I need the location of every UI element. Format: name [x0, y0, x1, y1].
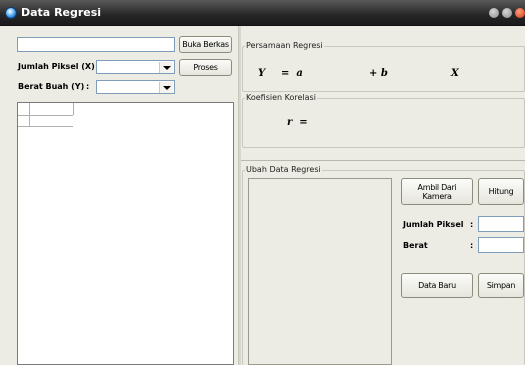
minimize-icon[interactable] — [489, 8, 499, 18]
table-column-line — [29, 103, 30, 127]
equation-a-term: = a — [281, 68, 303, 79]
pixel-count-select[interactable] — [96, 60, 175, 74]
correlation-group-title: Koefisien Korelasi — [245, 93, 317, 102]
regression-group-title: Persamaan Regresi — [245, 41, 324, 50]
image-preview — [248, 178, 392, 365]
save-button[interactable]: Simpan — [478, 273, 524, 298]
file-path-input[interactable] — [17, 37, 175, 52]
maximize-icon[interactable] — [502, 8, 512, 18]
app-icon — [5, 7, 17, 19]
fruit-weight-select[interactable] — [96, 80, 175, 94]
table-column-line — [73, 103, 74, 115]
equation-b-term: + b — [369, 68, 388, 79]
table-header-row — [18, 115, 73, 116]
chevron-down-icon[interactable] — [159, 62, 173, 73]
process-button[interactable]: Proses — [179, 59, 232, 76]
edit-group-title: Ubah Data Regresi — [245, 165, 322, 174]
edit-pixel-count-label: Jumlah Piksel — [403, 220, 464, 229]
data-table[interactable] — [17, 102, 234, 365]
equation-y-symbol: Y — [258, 68, 266, 79]
table-row-line — [18, 126, 73, 127]
panel-divider[interactable] — [238, 26, 241, 365]
edit-weight-label: Berat — [403, 241, 428, 250]
close-icon[interactable] — [515, 8, 525, 18]
open-file-button[interactable]: Buka Berkas — [179, 36, 232, 53]
fruit-weight-label: Berat Buah (Y) — [18, 82, 85, 91]
fruit-weight-separator: : — [86, 82, 90, 91]
equation-x-symbol: X — [451, 68, 459, 79]
take-from-camera-button[interactable]: Ambil Dari Kamera — [401, 178, 473, 205]
compute-button[interactable]: Hitung — [478, 178, 524, 205]
edit-pixel-separator: : — [470, 220, 474, 229]
chevron-down-icon[interactable] — [159, 82, 173, 93]
edit-pixel-count-input[interactable] — [478, 216, 524, 232]
edit-weight-separator: : — [470, 241, 474, 250]
pixel-count-label: Jumlah Piksel (X) : — [18, 62, 101, 71]
window-title: Data Regresi — [21, 6, 102, 19]
correlation-r-value: r = — [287, 117, 308, 128]
edit-weight-input[interactable] — [478, 237, 524, 253]
correlation-coefficient-group: Koefisien Korelasi — [242, 93, 525, 148]
title-bar: Data Regresi — [0, 0, 525, 26]
section-separator — [241, 160, 525, 161]
new-data-button[interactable]: Data Baru — [401, 273, 473, 298]
